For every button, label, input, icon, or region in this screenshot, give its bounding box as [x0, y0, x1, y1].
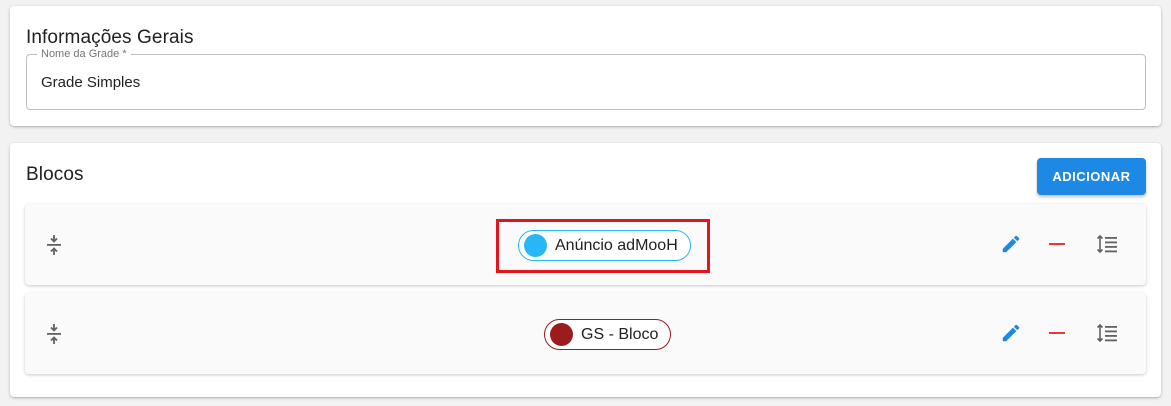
general-info-title: Informações Gerais: [26, 27, 194, 48]
block-name: GS - Bloco: [581, 325, 659, 343]
block-chip[interactable]: GS - Bloco: [544, 319, 672, 350]
block-color-dot: [524, 234, 547, 257]
sort-icon[interactable]: [1095, 232, 1119, 256]
add-block-button[interactable]: ADICIONAR: [1037, 158, 1146, 195]
block-row: GS - Bloco: [25, 293, 1146, 374]
sort-icon[interactable]: [1095, 321, 1119, 345]
grade-name-input[interactable]: [27, 55, 1145, 109]
grade-name-field[interactable]: Nome da Grade *: [26, 47, 1146, 110]
blocks-title: Blocos: [26, 164, 84, 185]
remove-icon[interactable]: [1045, 321, 1069, 345]
general-info-card: Informações Gerais Nome da Grade *: [10, 6, 1161, 126]
edit-icon[interactable]: [999, 232, 1023, 256]
block-color-dot: [550, 323, 573, 346]
block-row: Anúncio adMooH: [25, 204, 1146, 285]
remove-icon[interactable]: [1045, 232, 1069, 256]
block-name: Anúncio adMooH: [555, 236, 678, 254]
block-chip[interactable]: Anúncio adMooH: [518, 230, 691, 261]
edit-icon[interactable]: [999, 321, 1023, 345]
blocks-card: Blocos ADICIONAR Anúncio adMooH GS - Blo…: [10, 143, 1161, 397]
drag-handle-icon[interactable]: [44, 323, 64, 345]
drag-handle-icon[interactable]: [44, 234, 64, 256]
